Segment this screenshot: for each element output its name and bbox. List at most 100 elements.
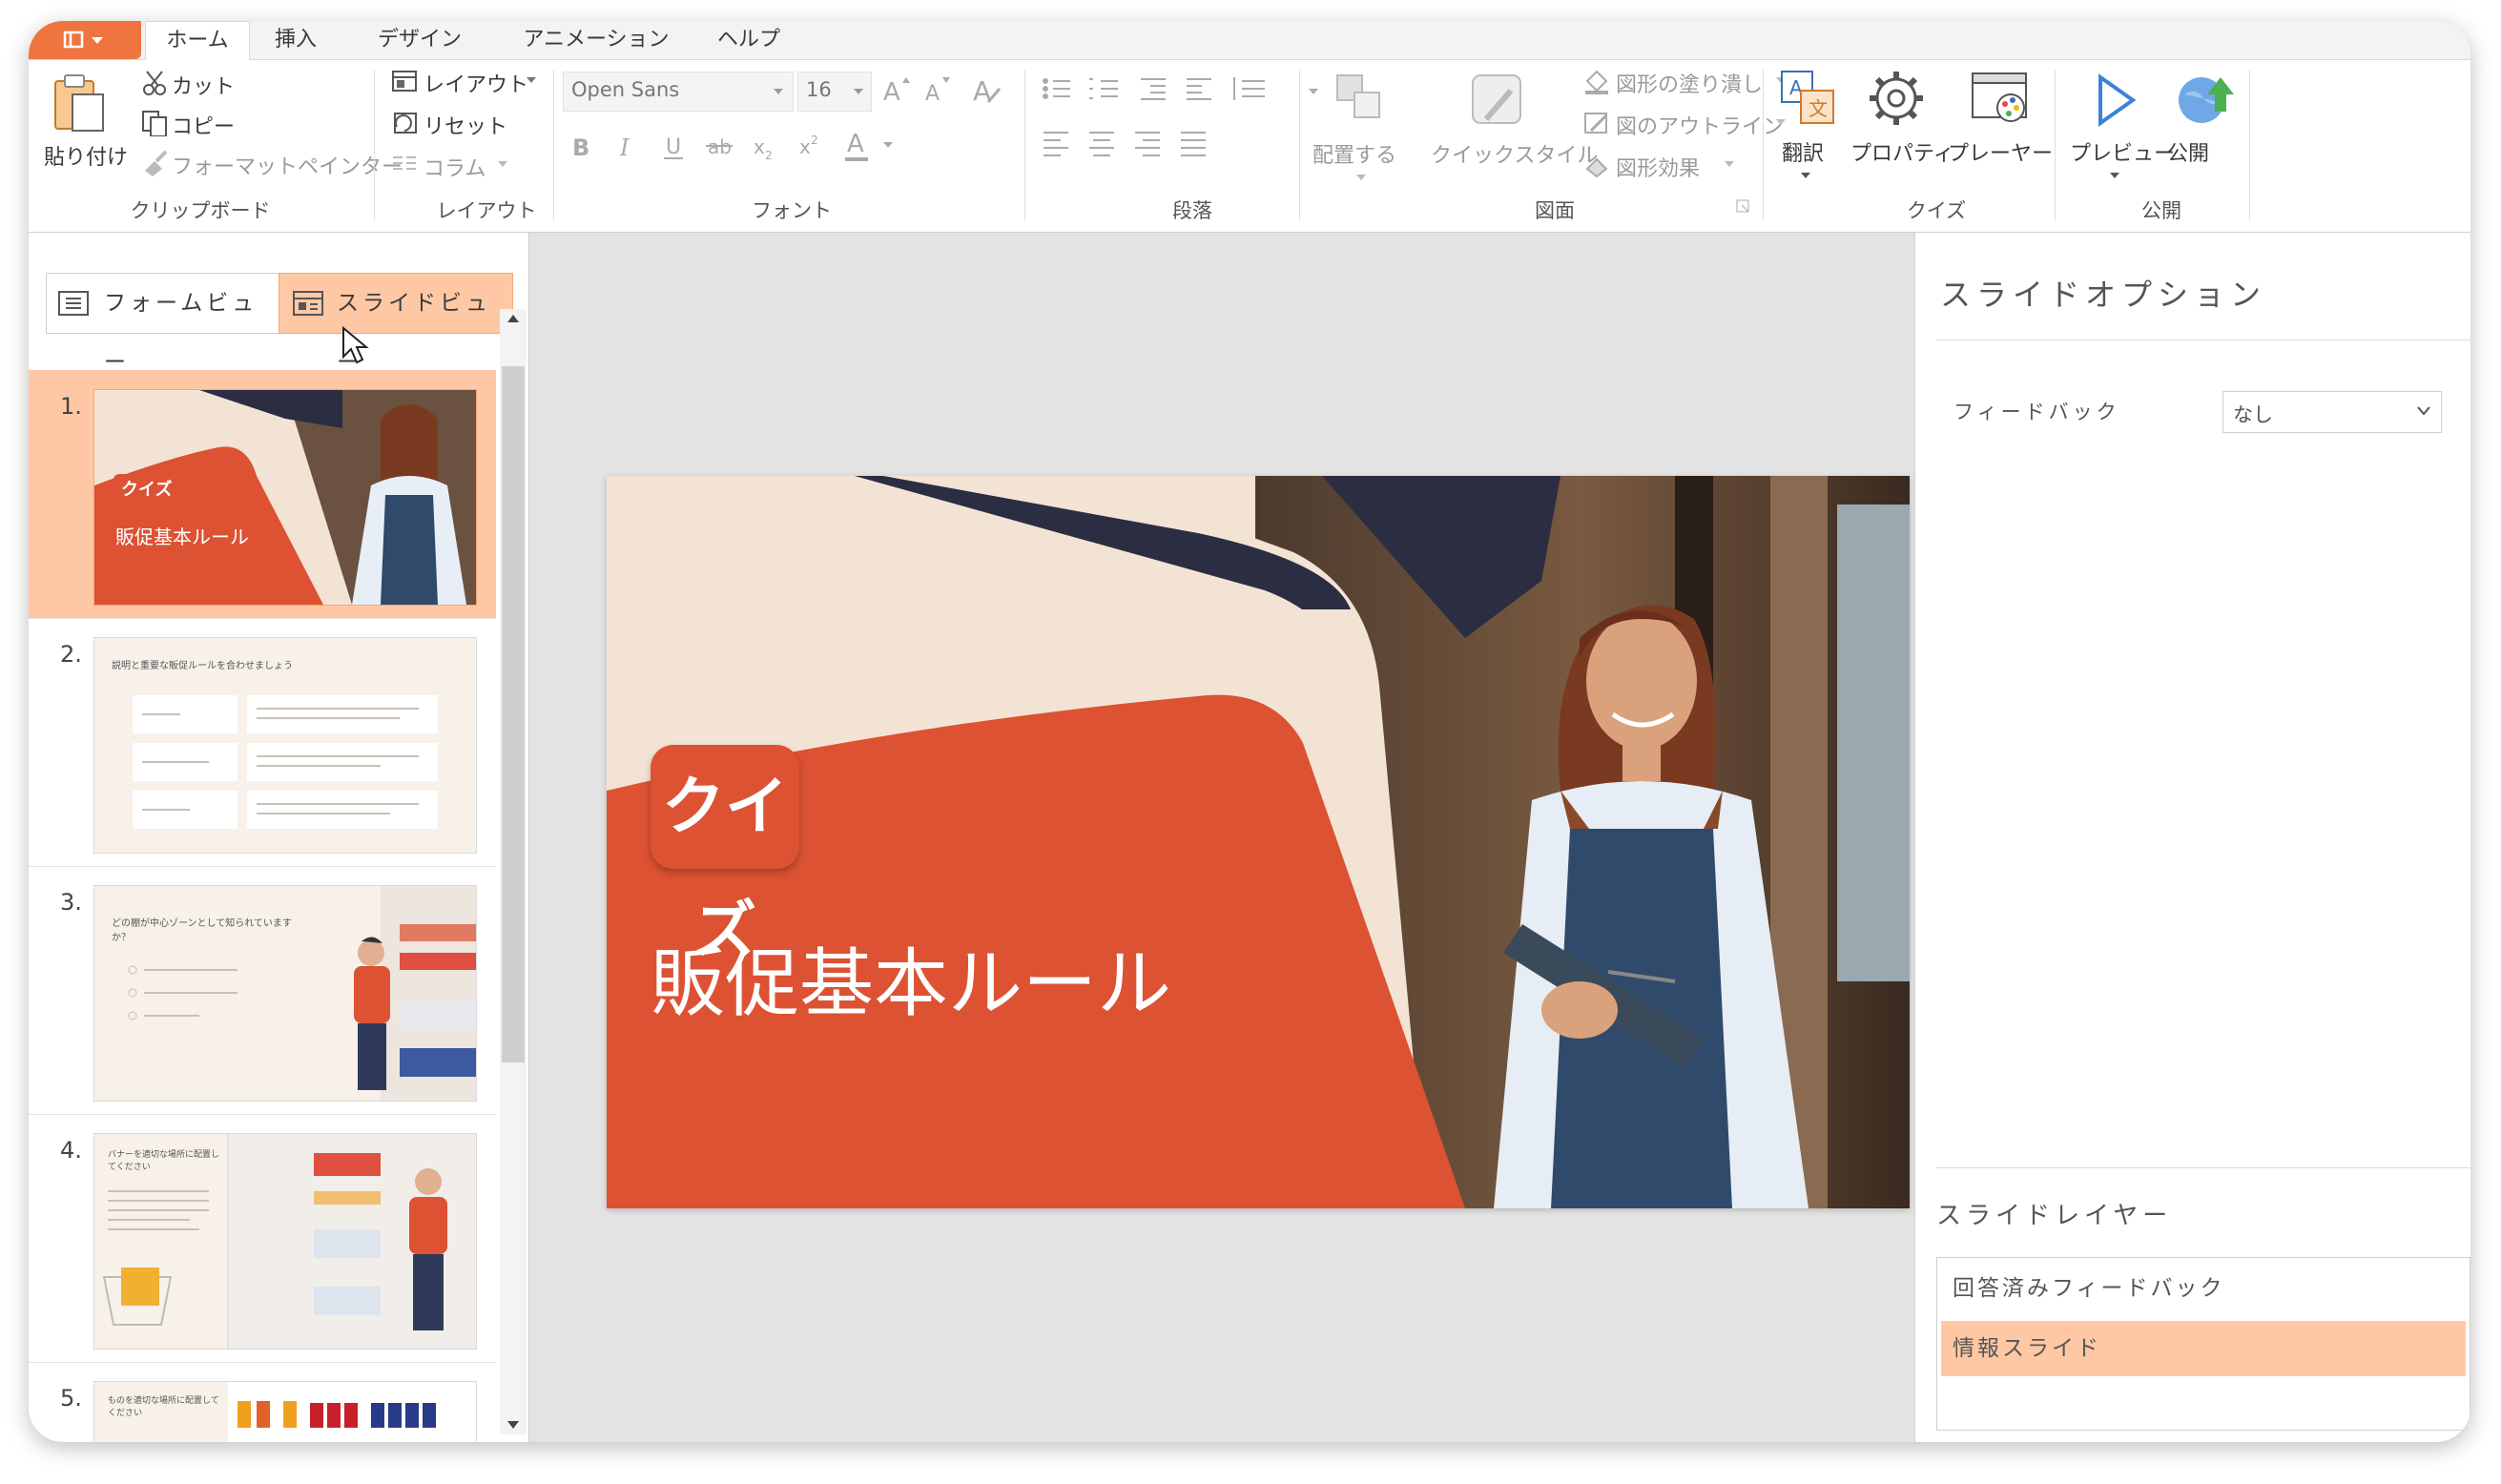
store-illustration [102, 1134, 476, 1349]
tab-home[interactable]: ホーム [145, 21, 250, 61]
slide-title[interactable]: 販促基本ルール [651, 924, 1171, 1031]
column-button[interactable]: コラム [391, 150, 525, 181]
slide-thumbnail-5[interactable]: 5. ものを適切な場所に配置してください [29, 1362, 496, 1442]
scrollbar-thumb[interactable] [502, 366, 525, 1062]
tab-insert[interactable]: 挿入 [258, 21, 334, 59]
slide-navigator-panel: フォームビュー スライドビュー 1. クイズ 販促基本ルール 2. 説明と重要な… [29, 233, 529, 1442]
ribbon-tab-bar: ホーム 挿入 デザイン アニメーション ヘルプ [29, 21, 2470, 61]
font-size-value: 16 [806, 78, 832, 101]
chevron-down-icon [774, 89, 783, 94]
drawing-group-label: 図面 [1535, 199, 1575, 222]
scroll-down-arrow-icon[interactable] [506, 1419, 521, 1431]
tab-animation[interactable]: アニメーション [501, 21, 692, 59]
column-label: コラム [424, 157, 486, 181]
matching-table-graphic [133, 695, 438, 829]
layer-item[interactable]: 回答済みフィードバック [1941, 1262, 2466, 1315]
list-view-icon [58, 291, 89, 316]
slide-thumbnail-1[interactable]: 1. クイズ 販促基本ルール [29, 370, 496, 619]
arrange-icon [1336, 74, 1380, 118]
player-button[interactable]: プレーヤー [1948, 70, 2053, 175]
file-menu-button[interactable] [29, 21, 141, 59]
arrange-button[interactable]: 配置する [1313, 70, 1417, 194]
separator [2055, 70, 2056, 220]
arrange-label: 配置する [1313, 144, 1397, 168]
thumbnail-preview: どの棚が中心ゾーンとして知られていますか？ [93, 885, 477, 1102]
font-group-label: フォント [752, 199, 832, 222]
slide-options-panel: スライドオプション フィードバック なし スライドレイヤー 回答済みフィードバッ… [1914, 233, 2470, 1442]
quick-style-button[interactable]: クイックスタイル [1431, 70, 1598, 184]
chevron-down-icon [854, 89, 863, 94]
font-size-select[interactable]: 16 [797, 72, 872, 112]
separator [1763, 70, 1764, 220]
thumbnail-preview: バナーを適切な場所に配置してください [93, 1133, 477, 1350]
thumbnail-preview: ものを適切な場所に配置してください [93, 1381, 477, 1442]
thumbnail-title: 販促基本ルール [115, 526, 249, 548]
grow-font-icon[interactable]: A [879, 73, 914, 108]
slide-view-icon [293, 291, 323, 316]
shrink-font-icon[interactable]: A [921, 73, 956, 108]
preview-button[interactable]: プレビュー [2066, 70, 2175, 194]
font-family-select[interactable]: Open Sans [563, 72, 794, 112]
clipboard-group-label: クリップボード [130, 199, 271, 222]
format-painter-label: フォーマットペインター [172, 155, 403, 179]
brush-icon [145, 150, 168, 176]
chevron-down-icon [2110, 173, 2119, 178]
columns-icon [393, 156, 416, 170]
paste-button[interactable]: 貼り付け [38, 70, 128, 175]
layout-button[interactable]: レイアウト [391, 66, 544, 97]
player-icon [1972, 72, 2027, 122]
slide-editor[interactable]: クイズ 販促基本ルール [607, 476, 1910, 1208]
ribbon: 貼り付け カット コピー フォーマットペインター クリップボード レイアウト リ… [29, 60, 2470, 233]
publish-label: 公開 [2167, 142, 2210, 166]
translate-label: 翻訳 [1782, 142, 1825, 166]
copy-icon [142, 111, 167, 136]
paint-bucket-icon [1585, 70, 1608, 94]
thumbnail-number: 2. [60, 641, 82, 668]
svg-text:I: I [619, 134, 630, 161]
scroll-up-arrow-icon[interactable] [506, 313, 521, 324]
dialog-launcher-icon[interactable] [1736, 199, 1751, 215]
svg-text:x: x [799, 135, 811, 158]
shape-fill-label: 図形の塗り潰し [1616, 73, 1764, 97]
properties-button[interactable]: プロパティ [1850, 70, 1954, 175]
separator [2249, 70, 2250, 220]
feedback-select[interactable]: なし [2222, 391, 2442, 433]
slide-canvas: クイズ 販促基本ルール [530, 233, 1913, 1442]
thumbnail-number: 5. [60, 1385, 82, 1412]
translate-icon: A 文 [1781, 71, 1834, 124]
thumbnail-scrollbar[interactable] [500, 309, 527, 1434]
tab-help[interactable]: ヘルプ [701, 21, 796, 59]
slide-view-button[interactable]: スライドビュー [279, 273, 513, 375]
properties-label: プロパティ [1850, 142, 1954, 166]
publish-button[interactable]: 公開 [2165, 70, 2242, 175]
reset-label: リセット [424, 115, 508, 139]
layers-title: スライドレイヤー [1936, 1202, 2173, 1230]
translate-button[interactable]: A 文 翻訳 [1778, 70, 1835, 194]
paste-icon [54, 74, 104, 132]
cut-label: カット [172, 75, 236, 99]
shape-fill-button[interactable]: 図形の塗り潰し [1583, 66, 1793, 97]
slide-thumbnail-2[interactable]: 2. 説明と重要な販促ルールを合わせましょう [29, 618, 496, 867]
layout-group-label: レイアウト [436, 199, 537, 222]
clear-format-icon[interactable]: A [967, 72, 1005, 110]
shape-effects-button[interactable]: 図形効果 [1583, 150, 1755, 181]
svg-text:A: A [925, 82, 940, 106]
copy-label: コピー [172, 115, 236, 139]
shape-outline-button[interactable]: 図のアウトライン [1583, 108, 1793, 139]
form-view-button[interactable]: フォームビュー [46, 273, 280, 375]
svg-text:文: 文 [1809, 97, 1828, 120]
layers-list: 回答済みフィードバック 情報スライド [1936, 1257, 2470, 1431]
slide-thumbnail-3[interactable]: 3. どの棚が中心ゾーンとして知られていますか？ [29, 866, 496, 1115]
app-window: ホーム 挿入 デザイン アニメーション ヘルプ 貼り付け カット コピー フォー… [29, 21, 2470, 1442]
chevron-down-icon [2417, 406, 2430, 416]
paragraph-buttons[interactable] [1040, 73, 1326, 178]
tab-design[interactable]: デザイン [358, 21, 482, 59]
quiz-group-label: クイズ [1906, 199, 1967, 222]
thumbnail-number: 3. [60, 889, 82, 916]
layer-item-selected[interactable]: 情報スライド [1941, 1321, 2466, 1376]
divider [1936, 1167, 2470, 1168]
chevron-down-icon [1725, 161, 1734, 167]
slide-thumbnail-4[interactable]: 4. バナーを適切な場所に配置してください [29, 1114, 496, 1363]
font-style-buttons[interactable]: B I U ab x2 x2 A [563, 127, 973, 165]
slide-quiz-tag[interactable]: クイズ [651, 745, 799, 967]
